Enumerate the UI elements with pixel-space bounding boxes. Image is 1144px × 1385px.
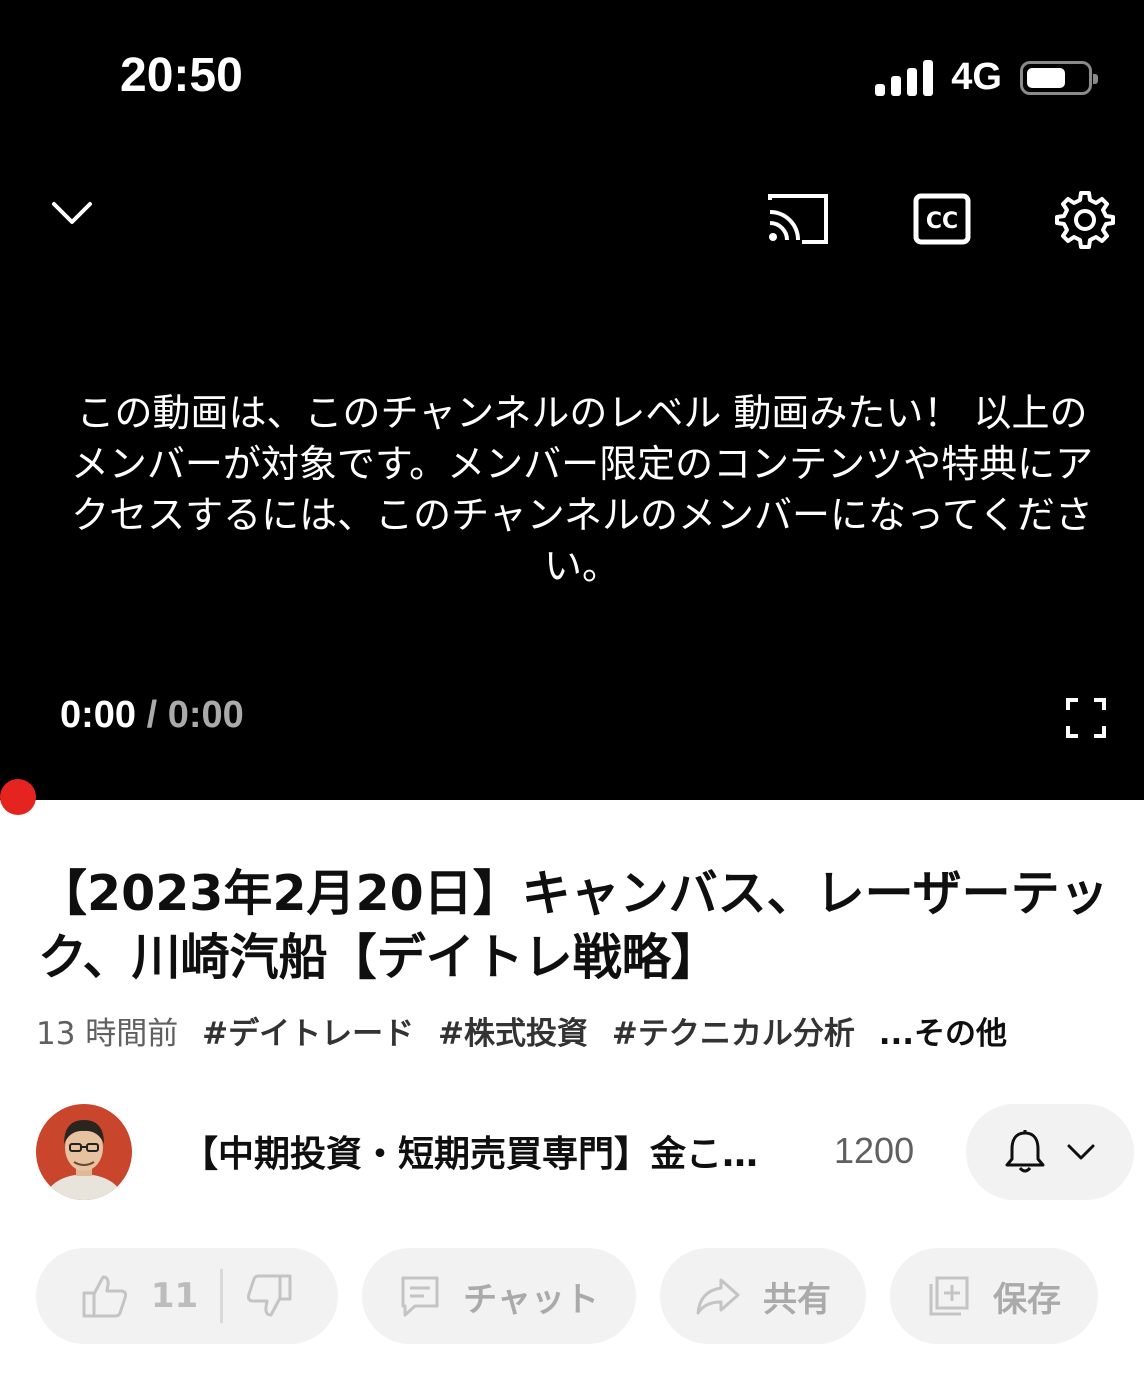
duration: 0:00: [167, 694, 244, 736]
chat-button[interactable]: チャット: [362, 1248, 636, 1344]
subscriber-count: 1200: [834, 1130, 915, 1171]
signal-icon: [875, 59, 934, 96]
hashtag[interactable]: #テクニカル分析: [612, 1016, 855, 1052]
svg-text:CC: CC: [926, 209, 958, 234]
more-link[interactable]: ...その他: [879, 1016, 1007, 1052]
time-separator: /: [146, 694, 158, 736]
divider: [220, 1269, 224, 1323]
members-only-message: この動画は、このチャンネルのレベル 動画みたい！ 以上のメンバーが対象です。メン…: [70, 391, 1094, 588]
video-title[interactable]: 【2023年2月20日】キャンバス、レーザーテック、川崎汽船【デイトレ戦略】: [38, 862, 1118, 990]
save-playlist-icon: [929, 1276, 969, 1316]
notification-bell-button[interactable]: [966, 1104, 1134, 1200]
channel-name[interactable]: 【中期投資・短期売買専門】金こ…: [182, 1125, 758, 1177]
save-label: 保存: [993, 1279, 1061, 1320]
progress-scrubber[interactable]: [0, 779, 36, 815]
fullscreen-icon[interactable]: [1064, 696, 1108, 740]
share-button[interactable]: 共有: [660, 1248, 866, 1344]
like-dislike-button[interactable]: 11: [36, 1248, 338, 1344]
chat-label: チャット: [463, 1279, 599, 1320]
share-icon: [696, 1278, 740, 1315]
hashtag[interactable]: #株式投資: [438, 1016, 588, 1052]
like-count: 11: [150, 1276, 199, 1316]
cast-icon[interactable]: [764, 192, 830, 246]
thumbs-down-icon[interactable]: [245, 1273, 293, 1319]
network-type: 4G: [951, 56, 1002, 98]
status-time: 20:50: [120, 49, 243, 102]
video-player[interactable]: 20:50 4G CC この動画は、このチャンネルのレベル 動画みたい！ 以上の…: [0, 0, 1144, 800]
video-meta[interactable]: 13 時間前 #デイトレード #株式投資 #テクニカル分析 ...その他: [36, 1008, 1007, 1053]
captions-icon[interactable]: CC: [912, 192, 972, 246]
chat-icon: [401, 1276, 439, 1317]
save-button[interactable]: 保存: [890, 1248, 1098, 1344]
settings-gear-icon[interactable]: [1054, 188, 1116, 250]
time-display: 0:00 / 0:00: [60, 694, 244, 737]
share-label: 共有: [763, 1279, 831, 1320]
current-time: 0:00: [60, 694, 137, 736]
status-indicators: 4G: [875, 56, 1098, 99]
hashtag[interactable]: #デイトレード: [202, 1016, 414, 1052]
minimize-chevron-icon[interactable]: [44, 188, 100, 238]
battery-icon: [1020, 60, 1098, 95]
chevron-down-icon: [1067, 1144, 1095, 1160]
bell-icon: [1005, 1130, 1045, 1173]
thumbs-up-icon[interactable]: [81, 1273, 129, 1319]
channel-avatar[interactable]: [36, 1104, 132, 1200]
upload-age: 13 時間前: [36, 1016, 179, 1052]
